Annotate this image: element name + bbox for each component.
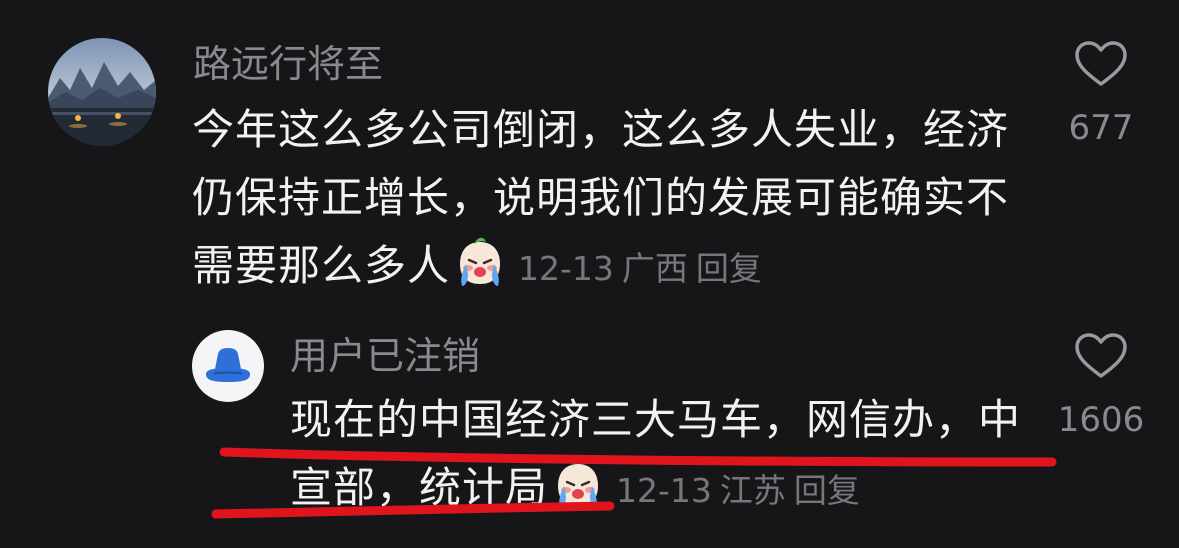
comment-location: 广西 bbox=[621, 249, 688, 288]
landscape-avatar-image bbox=[48, 38, 156, 146]
comment-date: 12-13 bbox=[616, 471, 712, 510]
comment-username[interactable]: 路远行将至 bbox=[193, 42, 383, 86]
comment-date: 12-13 bbox=[518, 249, 614, 288]
comment-text-block: 现在的中国经济三大马车，网信办，中宣部，统计局 12-13 江苏 回复 bbox=[290, 386, 1030, 525]
user-avatar[interactable] bbox=[192, 330, 264, 402]
like-count: 1606 bbox=[1057, 400, 1145, 440]
comment-text-block: 今年这么多公司倒闭，这么多人失业，经济仍保持正增长，说明我们的发展可能确实不需要… bbox=[192, 96, 1022, 303]
comment-location: 江苏 bbox=[719, 471, 786, 510]
user-avatar[interactable] bbox=[48, 38, 156, 146]
reply-button[interactable]: 回复 bbox=[696, 249, 762, 288]
bucket-hat-icon bbox=[206, 348, 250, 382]
like-count: 677 bbox=[1068, 108, 1134, 148]
comment-item: 路远行将至 今年这么多公司倒闭，这么多人失业，经济仍保持正增长，说明我们的发展可… bbox=[0, 0, 1179, 300]
heart-icon bbox=[1075, 41, 1127, 86]
reply-comment-item: 用户已注销 现在的中国经济三大马车，网信办，中宣部，统计局 12-13 江苏 回复 … bbox=[0, 300, 1179, 548]
reply-button[interactable]: 回复 bbox=[794, 471, 860, 510]
like-button[interactable]: 1606 bbox=[1046, 332, 1156, 440]
heart-icon bbox=[1075, 333, 1127, 378]
comment-username[interactable]: 用户已注销 bbox=[290, 334, 480, 378]
like-button[interactable]: 677 bbox=[1046, 40, 1156, 148]
crying-face-emoji-icon bbox=[460, 237, 501, 286]
crying-face-emoji-icon bbox=[558, 459, 599, 508]
